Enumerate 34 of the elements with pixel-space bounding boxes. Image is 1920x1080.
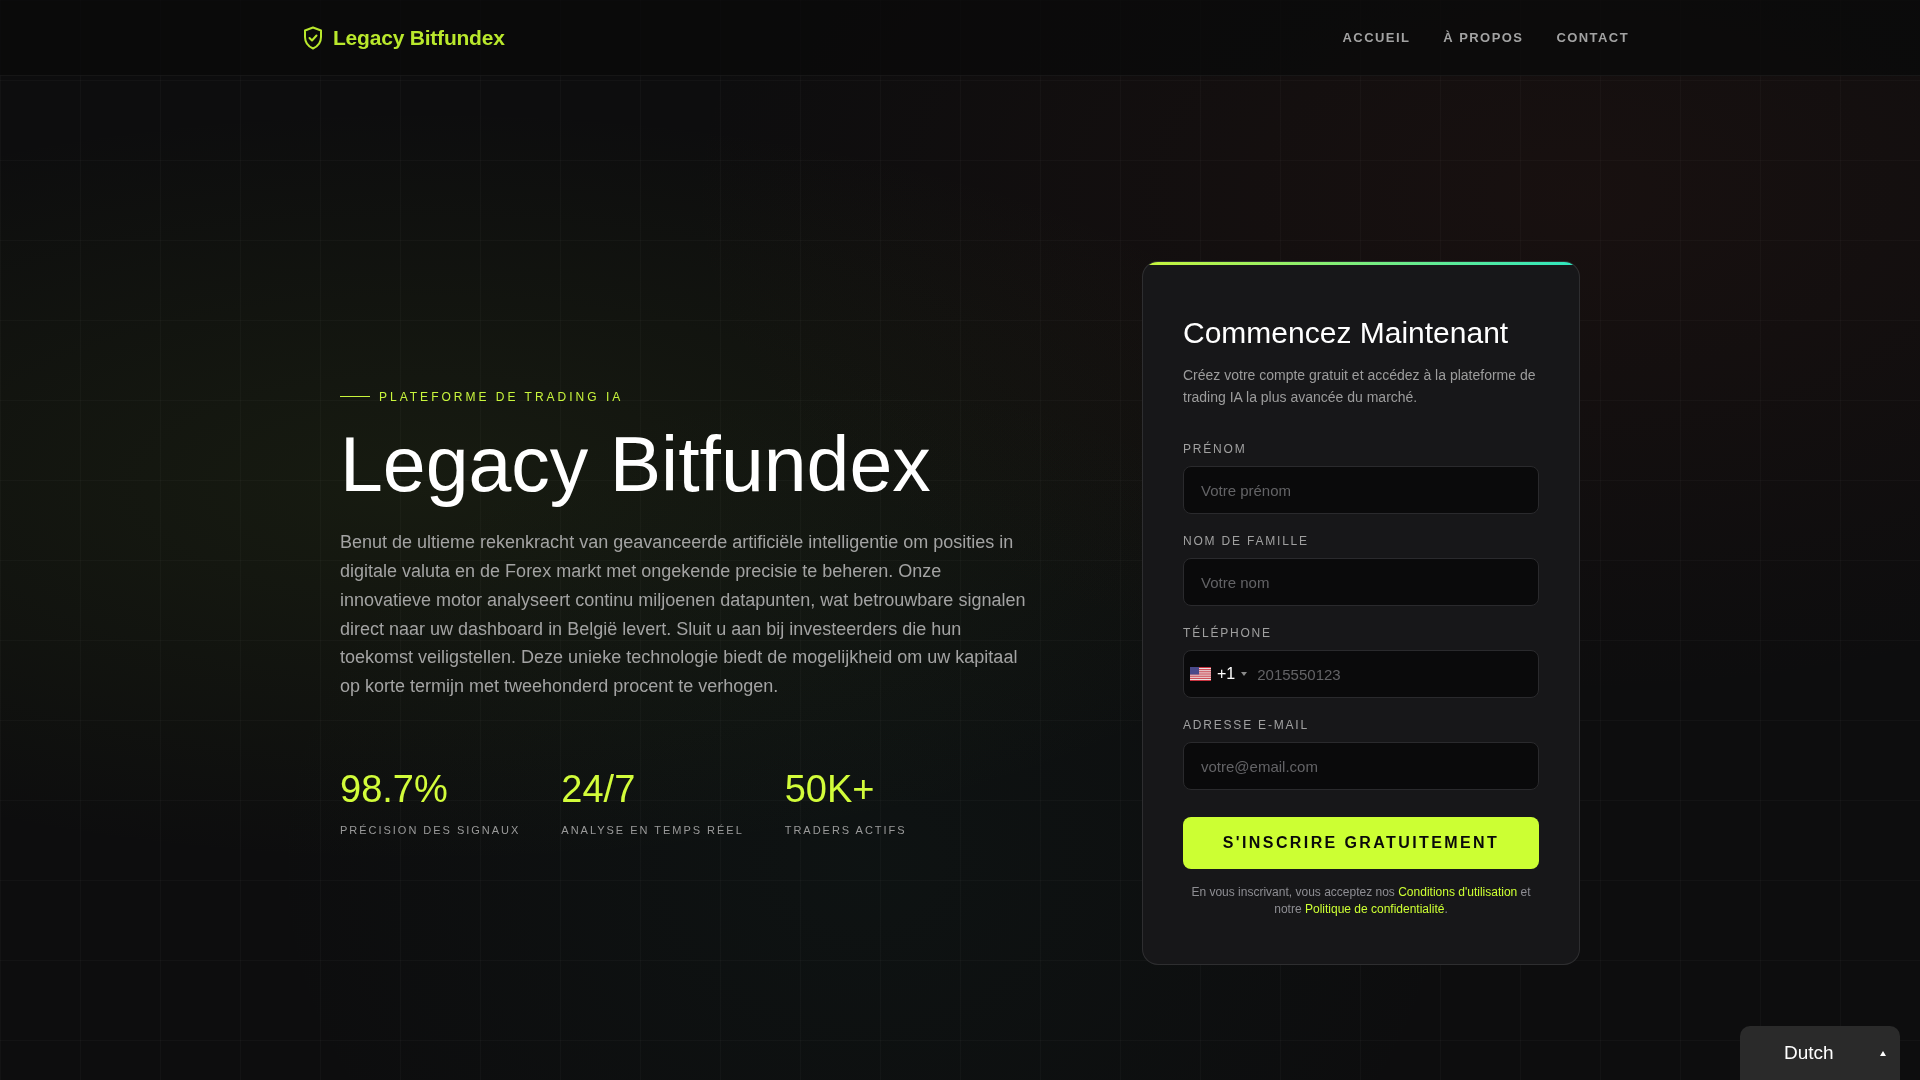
caret-down-icon: [1241, 672, 1248, 676]
nav-link[interactable]: À PROPOS: [1443, 27, 1524, 48]
submit-button[interactable]: S'INSCRIRE GRATUITEMENT: [1183, 817, 1539, 869]
form-title: Commencez Maintenant: [1183, 315, 1510, 351]
triangle-up-icon: [1880, 1050, 1886, 1056]
stat-label: PRÉCISION DES SIGNAUX: [340, 822, 521, 838]
stat-value: 98.7%: [340, 767, 448, 813]
shield-check-icon: [303, 25, 323, 50]
field-label: TÉLÉPHONE: [1183, 626, 1273, 640]
stat-label: ANALYSE EN TEMPS RÉEL: [561, 822, 744, 838]
accent-line: [340, 396, 370, 398]
text-input-field[interactable]: Votre nom: [1183, 558, 1539, 606]
hero-title: Legacy Bitfundex: [340, 419, 931, 509]
language-selector[interactable]: Dutch: [1740, 1026, 1900, 1080]
eyebrow-text: PLATEFORME DE TRADING IA: [379, 388, 624, 406]
country-code-button[interactable]: +1: [1184, 651, 1256, 697]
text-input-field[interactable]: Votre prénom: [1183, 466, 1539, 514]
form-subtitle: Créez votre compte gratuit et accédez à la plateforme de trading IA la plus avancée du marché.: [1183, 366, 1537, 407]
terms-link[interactable]: Conditions d'utilisation: [1398, 885, 1518, 899]
field-label: PRÉNOM: [1183, 442, 1248, 456]
phone-field[interactable]: +1 2015550123: [1183, 650, 1539, 698]
terms-text: En vous inscrivant, vous acceptez nos Conditions d'utilisation et notre Politique de confidentialité.: [1190, 884, 1532, 918]
stat-label: TRADERS ACTIFS: [784, 822, 907, 838]
logo-link[interactable]: Legacy Bitfundex: [303, 21, 505, 54]
hero-description: Benut de ultieme rekenkracht van geavanceerde artificiële intelligentie om posities in digitale valuta en de Forex markt met ongekende precisie te beheren. Onze innovatieve motor analyseert continu miljoenen datapunten, wat betrouwbare signalen direct naar uw dashboard in België levert. Sluit u aan bij investeerders die hun toekomst veiligstellen. Deze unieke technologie biedt de mogelijkheid om uw kapitaal op korte termijn met tweehonderd procent te verhogen.: [340, 531, 1027, 699]
text-input-field[interactable]: votre@email.com: [1183, 742, 1539, 790]
stat-value: 24/7: [561, 767, 636, 813]
flag-icon: [1190, 667, 1211, 681]
phone-input-field[interactable]: 2015550123: [1255, 651, 1538, 697]
field-label: ADRESSE E-MAIL: [1183, 718, 1310, 732]
field-label: NOM DE FAMILLE: [1183, 534, 1310, 548]
nav-link[interactable]: CONTACT: [1556, 27, 1629, 48]
nav-link[interactable]: ACCUEIL: [1342, 27, 1411, 48]
stat-value: 50K+: [784, 767, 875, 813]
